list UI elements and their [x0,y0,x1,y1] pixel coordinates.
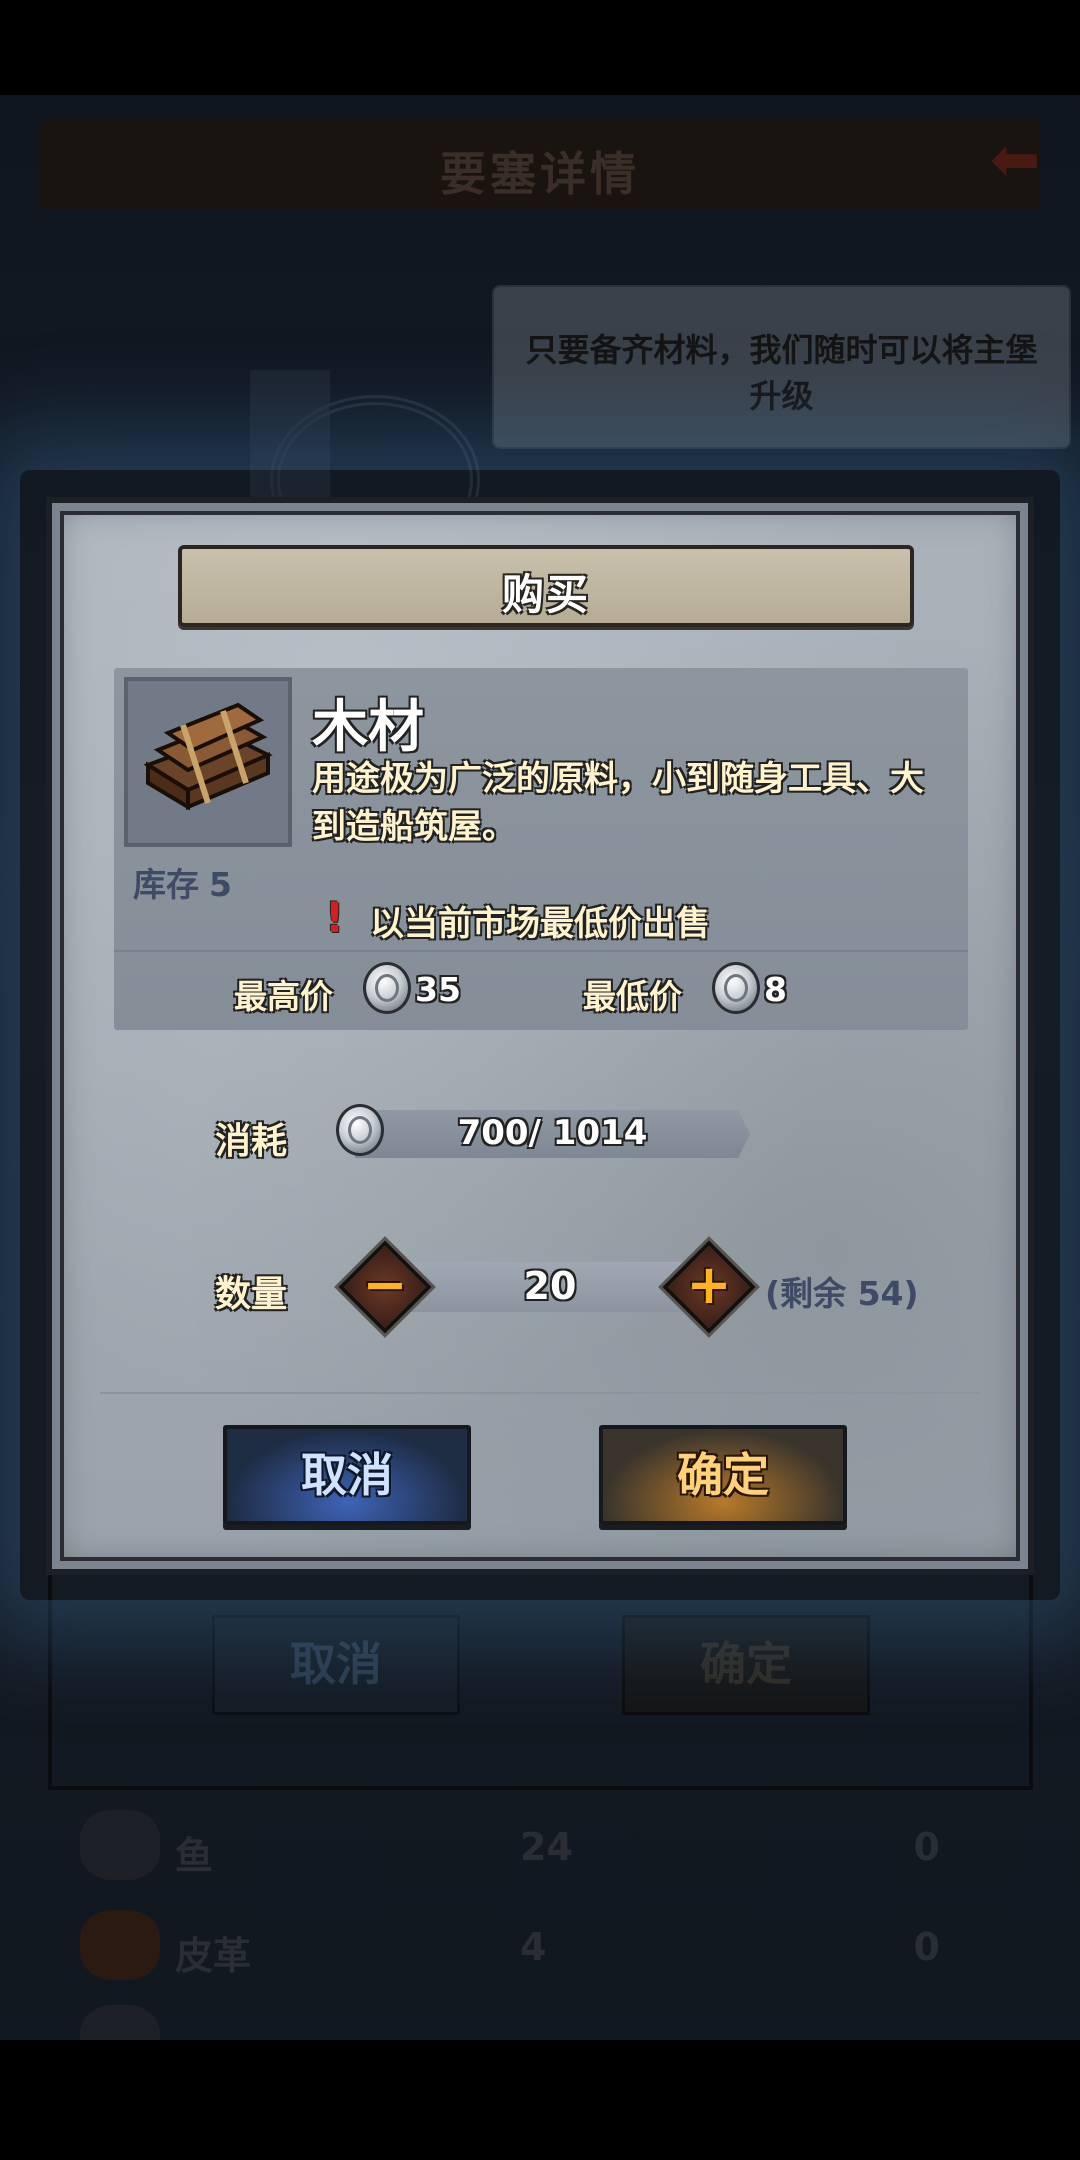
background-tooltip: 只要备齐材料，我们随时可以将主堡升级 [492,285,1071,449]
confirm-button[interactable]: 确定 [599,1425,847,1525]
background-resource-row: 皮革 4 0 [80,1910,1000,1990]
silver-coin-icon [712,962,760,1014]
sell-notice: 以当前市场最低价出售 [370,904,710,944]
dialog-title-banner: 购买 [178,545,914,627]
max-price-label: 最高价 [234,977,333,1016]
resource-extra: 0 [913,1825,940,1869]
dialog-divider [100,1392,980,1394]
background-resource-row-partial [80,2005,1000,2040]
leather-icon [80,1910,160,1980]
stock-value: 5 [209,865,232,904]
cancel-button[interactable]: 取消 [223,1425,471,1525]
panel-divider [114,950,968,952]
background-confirm-button: 确定 [622,1615,870,1715]
quantity-value: 20 [523,1264,577,1308]
plus-icon[interactable]: + [676,1254,742,1320]
background-page-title: 要塞详情 [440,147,640,201]
resource-name: 皮革 [175,1934,252,1978]
resource-count: 24 [520,1825,573,1869]
silver-coin-icon [363,962,411,1014]
item-name: 木材 [312,695,424,760]
stock-count: 库存 5 [133,858,232,906]
resource-extra: 0 [913,1925,940,1969]
quantity-label: 数量 [215,1274,288,1315]
back-arrow-icon: ⬅ [989,125,1041,195]
background-frame [48,1570,1033,1790]
item-description: 用途极为广泛的原料，小到随身工具、大到造船筑屋。 [312,759,924,847]
cost-value: 700/ 1014 [457,1113,648,1153]
background-cancel-button: 取消 [212,1615,460,1715]
purchase-dialog [46,497,1034,1575]
minus-icon[interactable]: − [352,1254,418,1320]
max-price-value: 35 [415,970,461,1009]
background-resource-row: 鱼 24 0 [80,1810,1000,1890]
exclamation-icon: ! [325,893,345,942]
cost-label: 消耗 [215,1121,288,1162]
background-tooltip-text: 只要备齐材料，我们随时可以将主堡升级 [525,331,1038,415]
remaining-count: (剩余 54) [765,1274,919,1313]
animal-icon [80,2005,160,2040]
wood-planks-icon [143,702,273,811]
resource-count: 4 [520,1925,547,1969]
stock-label: 库存 [133,865,199,904]
fish-icon [80,1810,160,1880]
min-price-value: 8 [764,970,787,1009]
dialog-title: 购买 [501,570,590,619]
resource-name: 鱼 [175,1834,214,1878]
min-price-label: 最低价 [583,977,682,1016]
